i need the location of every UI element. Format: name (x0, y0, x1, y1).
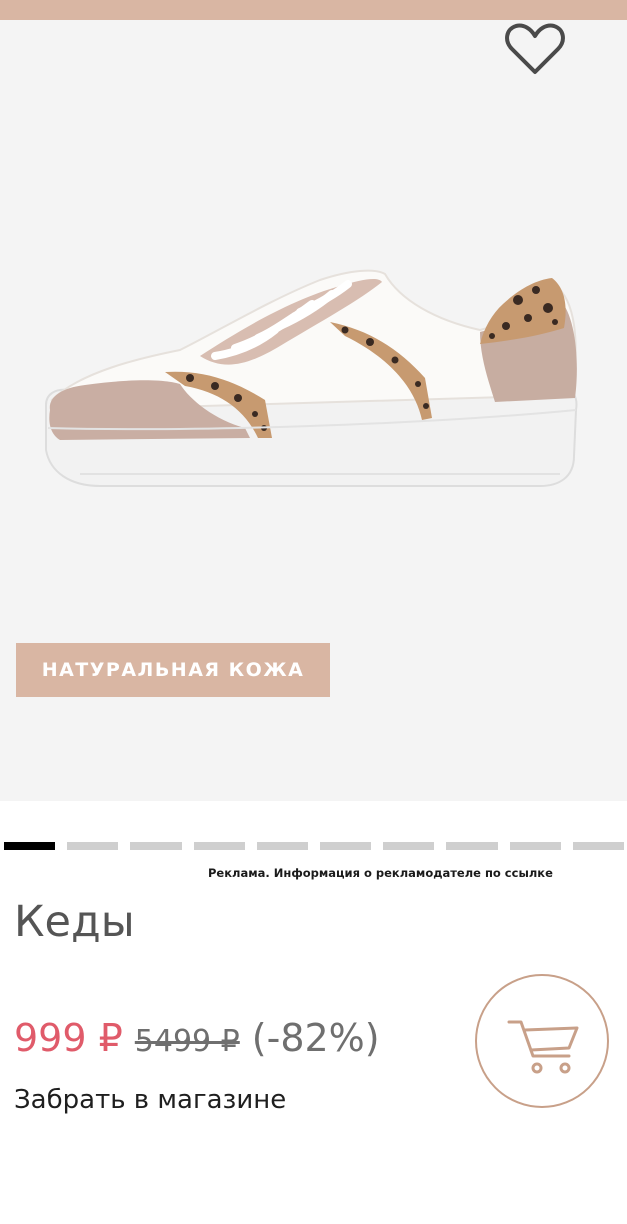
ad-disclaimer-link[interactable]: Реклама. Информация о рекламодателе по с… (208, 866, 553, 880)
carousel-dot-7[interactable] (383, 842, 435, 850)
carousel-dot-2[interactable] (67, 842, 119, 850)
product-image-area[interactable]: НАТУРАЛЬНАЯ КОЖА (0, 20, 627, 801)
material-badge: НАТУРАЛЬНАЯ КОЖА (16, 643, 330, 697)
carousel-dot-1[interactable] (4, 842, 56, 850)
heart-outline-icon (505, 23, 565, 74)
store-pickup-label: Забрать в магазине (14, 1085, 287, 1115)
carousel-dot-10[interactable] (572, 842, 625, 850)
top-accent-strip (0, 0, 627, 20)
carousel-dot-3[interactable] (130, 842, 182, 850)
image-carousel-indicators[interactable] (4, 842, 625, 850)
price-row: 999 ₽ 5499 ₽ (-82%) (14, 1016, 380, 1060)
favorite-button[interactable] (502, 20, 568, 80)
sneaker-product-image (45, 269, 578, 487)
carousel-dot-6[interactable] (320, 842, 372, 850)
carousel-dot-5[interactable] (256, 842, 309, 850)
shopping-cart-icon (507, 1020, 579, 1074)
discount-percent: (-82%) (251, 1016, 380, 1060)
add-to-cart-button[interactable] (475, 974, 609, 1108)
carousel-dot-9[interactable] (509, 842, 561, 850)
carousel-dot-8[interactable] (446, 842, 498, 850)
old-price: 5499 ₽ (134, 1024, 240, 1059)
current-price: 999 ₽ (14, 1016, 123, 1060)
product-title: Кеды (14, 897, 135, 947)
carousel-dot-4[interactable] (193, 842, 245, 850)
